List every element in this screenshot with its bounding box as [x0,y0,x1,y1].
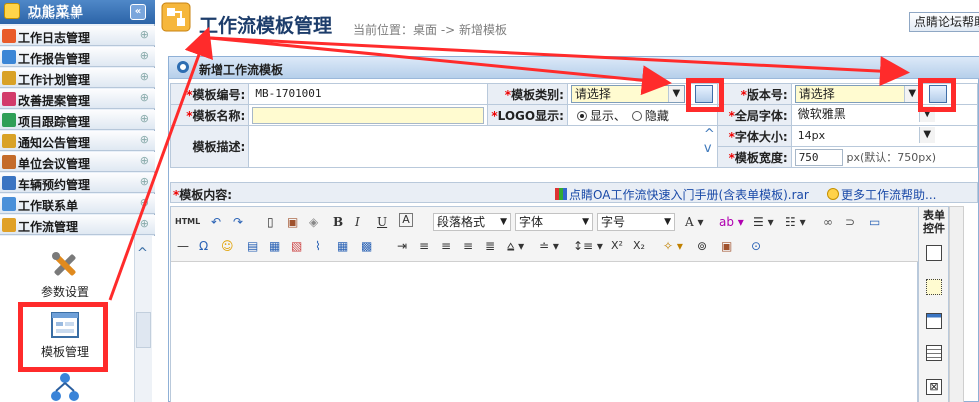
screenshot-stage: 功能菜单 MANAGEMENT « 工作日志管理 ⊕ 工作报告管理 ⊕ 工作计划管理 ⊕ 改… [0,0,979,402]
arrow-to-version [209,36,910,87]
annotation-arrows [108,26,910,301]
arrow-to-category [209,36,672,96]
arrow-to-title [108,26,213,301]
